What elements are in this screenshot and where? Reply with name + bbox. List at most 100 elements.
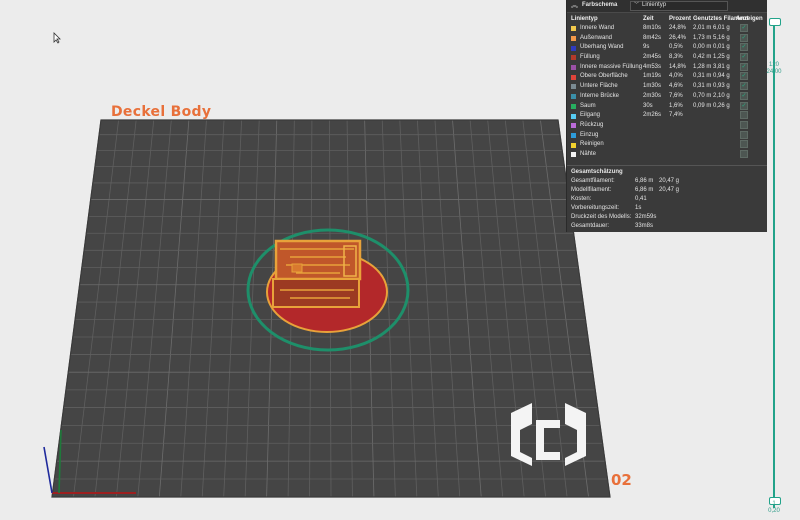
visibility-checkbox[interactable]: ✓ [740, 140, 748, 149]
panel-title: Farbschema [582, 2, 618, 9]
layer-slider-top-handle[interactable] [769, 18, 781, 26]
line-time: 1m19s [643, 73, 662, 80]
view-mode-value: Linientyp [642, 2, 667, 9]
top-layer-height: 24,00 [766, 69, 782, 75]
legend-line-type: Einzug [571, 131, 643, 141]
collapse-icon[interactable]: ︽ [571, 1, 579, 11]
line-filament: 0,31 m 0,94 g [693, 72, 736, 82]
summary-row: Modellfilament: 6,86 m 20,47 g [567, 187, 767, 196]
summary-rows: Gesamtfilament: 6,86 m 20,47 g Modellfilame… [567, 178, 767, 232]
line-time: 1m30s [643, 83, 662, 90]
view-mode-select[interactable]: ﹀ Linientyp [630, 1, 728, 11]
filament-length: 1,28 m [693, 63, 712, 70]
filament-weight: 6,01 g [713, 25, 730, 31]
legend-line-type: Innere massive Füllung [571, 63, 643, 73]
legend-row: Überhang Wand 9s 0,5% 0,00 m 0,01 g ✓ [567, 43, 767, 53]
layer-slider-track[interactable] [773, 20, 775, 508]
filament-length: 0,31 m [693, 73, 712, 80]
line-percent: 4,0% [669, 73, 683, 80]
filament-length: 0,42 m [693, 54, 712, 61]
visibility-checkbox[interactable]: ✓ [740, 33, 748, 42]
legend-line-type: Rückzug [571, 121, 643, 131]
col-percent: Prozent [669, 16, 692, 22]
line-type-label: Innere massive Füllung [580, 63, 643, 70]
col-time: Zeit [643, 16, 654, 22]
filament-weight: 0,94 g [713, 73, 730, 80]
legend-line-type: Untere Fläche [571, 82, 643, 92]
line-percent: 14,8% [669, 63, 687, 70]
legend-rows: Innere Wand 8m10s 24,8% 2,01 m 6,01 g ✓ Außen… [567, 24, 767, 160]
filament-length: 1,73 m [693, 34, 712, 41]
line-time: 8m42s [643, 34, 662, 41]
legend-row: Reinigen ✓ [567, 140, 767, 150]
legend-row: Rückzug ✓ [567, 120, 767, 131]
line-filament: 0,42 m 1,25 g [693, 53, 736, 63]
filament-length: 0,09 m [693, 102, 712, 109]
col-show: Anzeigen [736, 16, 763, 22]
summary-value: 33m8s [635, 223, 654, 230]
color-swatch [571, 103, 576, 109]
color-swatch [571, 84, 576, 90]
filament-weight: 3,81 g [713, 63, 730, 70]
visibility-checkbox[interactable]: ✓ [740, 82, 748, 91]
line-type-label: Innere Wand [580, 25, 615, 31]
line-time: 2m30s [643, 92, 662, 99]
line-type-label: Untere Fläche [580, 83, 618, 90]
col-line-type: Linientyp [571, 15, 598, 22]
line-time: 9s [643, 44, 650, 51]
color-swatch [571, 36, 576, 42]
mouse-cursor-icon [53, 32, 61, 44]
visibility-checkbox[interactable]: ✓ [740, 111, 748, 120]
summary-label: Gesamtdauer: [571, 223, 610, 230]
line-type-label: Rückzug [580, 121, 604, 128]
visibility-checkbox[interactable]: ✓ [740, 72, 748, 81]
line-type-label: Interne Brücke [580, 92, 620, 99]
line-type-label: Nähte [580, 150, 597, 157]
legend-row: Untere Fläche 1m30s 4,6% 0,31 m 0,93 g ✓ [567, 82, 767, 92]
line-type-label: Obere Oberfläche [580, 73, 628, 80]
legend-line-type: Nähte [571, 150, 643, 160]
plate-name-label[interactable]: Deckel Body [111, 104, 211, 120]
visibility-checkbox[interactable]: ✓ [740, 130, 748, 139]
color-swatch [571, 26, 576, 32]
line-filament: 0,09 m 0,26 g [693, 102, 736, 112]
top-layer-number: 120 [768, 62, 779, 68]
line-time: 2m26s [643, 112, 662, 119]
filament-length: 2,01 m [693, 25, 712, 31]
color-swatch [571, 45, 576, 51]
legend-row: Innere Wand 8m10s 24,8% 2,01 m 6,01 g ✓ [567, 24, 767, 34]
summary-row: Druckzeit des Modells: 32m59s [567, 214, 767, 223]
visibility-checkbox[interactable]: ✓ [740, 43, 748, 52]
legend-row: Eilgang 2m26s 7,4% ✓ [567, 111, 767, 121]
visibility-checkbox[interactable]: ✓ [740, 62, 748, 71]
line-filament: 0,70 m 2,10 g [693, 92, 736, 102]
panel-header: ︽ Farbschema ﹀ Linientyp [567, 0, 767, 13]
filament-weight: 2,10 g [713, 92, 730, 99]
line-filament: 1,28 m 3,81 g [693, 63, 736, 73]
line-type-label: Überhang Wand [580, 44, 624, 51]
color-swatch [571, 65, 576, 71]
color-swatch [571, 74, 576, 80]
legend-row: Saum 30s 1,6% 0,09 m 0,26 g ✓ [567, 101, 767, 112]
line-filament: 2,01 m 6,01 g [693, 24, 736, 34]
visibility-checkbox[interactable]: ✓ [740, 24, 748, 32]
summary-row: Gesamtdauer: 33m8s [567, 223, 767, 232]
chevron-down-icon: ﹀ [634, 2, 640, 9]
filament-length: 0,00 m [693, 44, 712, 51]
legend-line-type: Saum [571, 102, 643, 112]
visibility-checkbox[interactable]: ✓ [740, 120, 748, 129]
line-type-label: Außenwand [580, 34, 613, 41]
plate-number-label[interactable]: 02 [611, 471, 632, 489]
legend-line-type: Füllung [571, 53, 643, 63]
visibility-checkbox[interactable]: ✓ [740, 53, 748, 62]
visibility-checkbox[interactable]: ✓ [740, 91, 748, 100]
line-time: 30s [643, 102, 653, 109]
line-time: 4m53s [643, 63, 662, 70]
color-swatch [571, 152, 576, 158]
legend-line-type: Innere Wand [571, 24, 643, 34]
visibility-checkbox[interactable]: ✓ [740, 101, 748, 110]
color-scheme-panel: ︽ Farbschema ﹀ Linientyp Linientyp Zeit … [566, 0, 767, 232]
filament-weight: 0,26 g [713, 102, 730, 109]
visibility-checkbox[interactable]: ✓ [740, 149, 748, 158]
color-swatch [571, 132, 576, 138]
